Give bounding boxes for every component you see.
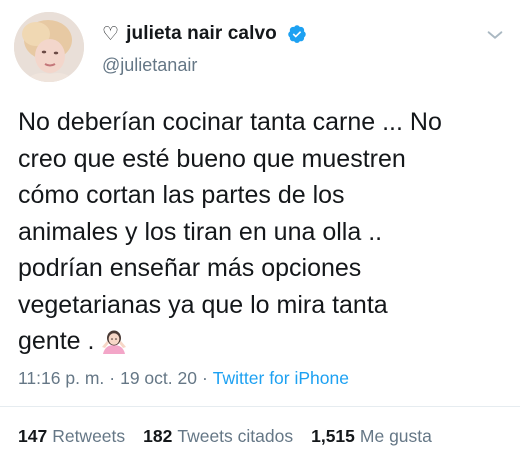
heart-icon: ♡ [102, 23, 120, 45]
tweet-date[interactable]: 19 oct. 20 [120, 368, 197, 388]
tweet-source-link[interactable]: Twitter for iPhone [213, 368, 349, 388]
author-handle[interactable]: @julietanair [102, 55, 197, 76]
tweet-stats: 147 Retweets 182 Tweets citados 1,515 Me gu… [18, 426, 432, 447]
tweet-meta: 11:16 p. m. · 19 oct. 20 · Twitter for iPhon… [18, 368, 349, 389]
verified-badge-icon [288, 25, 306, 43]
person-shrugging-emoji-icon [100, 327, 128, 366]
retweets-count: 147 [18, 426, 48, 446]
meta-separator: · [201, 368, 208, 388]
quotes-count: 182 [143, 426, 173, 446]
display-name[interactable]: julieta nair calvo [126, 23, 277, 45]
meta-separator: · [109, 368, 116, 388]
avatar[interactable] [14, 12, 84, 82]
likes-label: Me gusta [359, 426, 432, 446]
tweet-text: No deberían cocinar tanta carne ... No c… [18, 104, 510, 366]
tweet-time[interactable]: 11:16 p. m. [18, 368, 104, 388]
retweets-label: Retweets [52, 426, 126, 446]
likes-count: 1,515 [311, 426, 355, 446]
author-name-row[interactable]: ♡ julieta nair calvo [102, 20, 307, 48]
tweet-body: No deberían cocinar tanta carne ... No c… [18, 108, 442, 355]
likes-stat[interactable]: 1,515 Me gusta [311, 426, 432, 447]
quotes-stat[interactable]: 182 Tweets citados [143, 426, 293, 447]
chevron-down-icon[interactable] [484, 24, 506, 46]
avatar-image [14, 12, 84, 82]
quotes-label: Tweets citados [177, 426, 294, 446]
divider [0, 406, 520, 407]
retweets-stat[interactable]: 147 Retweets [18, 426, 125, 447]
